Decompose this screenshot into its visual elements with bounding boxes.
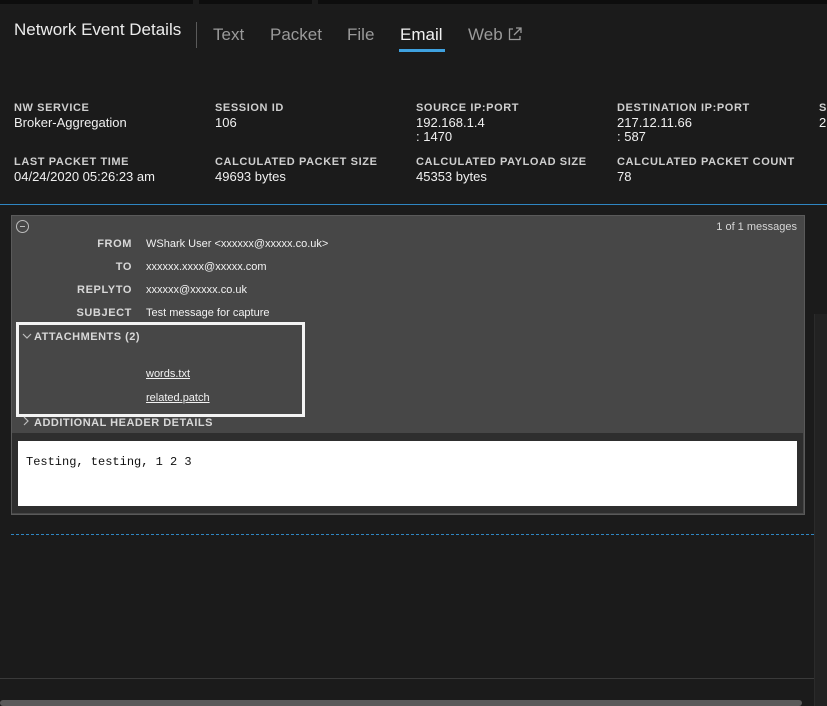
meta-label: DESTINATION IP:PORT	[617, 102, 750, 114]
meta-value-ip: 217.12.11.66	[617, 115, 692, 130]
meta-label: NW SERVICE	[14, 102, 90, 114]
top-edge-segment	[0, 0, 193, 4]
attachments-highlight-box	[16, 322, 305, 417]
meta-value: 04/24/2020 05:26:23 am	[14, 169, 155, 184]
tab-text[interactable]: Text	[213, 25, 244, 45]
meta-label: S	[819, 102, 827, 114]
meta-label: CALCULATED PAYLOAD SIZE	[416, 156, 587, 168]
meta-cut-column: S 2	[819, 102, 827, 130]
header-label-from: FROM	[97, 238, 132, 250]
meta-value: Broker-Aggregation	[14, 115, 127, 130]
tab-packet[interactable]: Packet	[270, 25, 322, 45]
meta-calculated-packet-count: CALCULATED PACKET COUNT 78	[617, 156, 795, 184]
tab-file[interactable]: File	[347, 25, 374, 45]
top-edge-segment	[318, 0, 827, 4]
additional-header-label: ADDITIONAL HEADER DETAILS	[34, 417, 213, 429]
active-tab-indicator	[399, 49, 445, 52]
header-label-to: TO	[115, 261, 132, 273]
meta-calculated-packet-size: CALCULATED PACKET SIZE 49693 bytes	[215, 156, 378, 184]
header-value-to: xxxxxx.xxxx@xxxxx.com	[146, 261, 267, 273]
tab-web[interactable]: Web	[468, 25, 523, 47]
header-value-replyto: xxxxxx@xxxxx.co.uk	[146, 284, 248, 296]
meta-value: 78	[617, 169, 632, 184]
meta-calculated-payload-size: CALCULATED PAYLOAD SIZE 45353 bytes	[416, 156, 587, 184]
meta-value-ip: 192.168.1.4	[416, 115, 485, 130]
top-bar: Network Event Details Text Packet File E…	[0, 0, 827, 92]
meta-session-id: SESSION ID 106	[215, 102, 284, 130]
meta-label: CALCULATED PACKET SIZE	[215, 156, 378, 168]
page-title: Network Event Details	[14, 20, 182, 39]
header-label-subject: SUBJECT	[76, 307, 132, 319]
meta-source-ip-port: SOURCE IP:PORT 192.168.1.4 : 1470	[416, 102, 519, 144]
bottom-divider	[0, 678, 814, 679]
meta-value: 2	[819, 115, 827, 130]
message-count: 1 of 1 messages	[716, 221, 797, 233]
horizontal-scrollbar[interactable]	[0, 700, 802, 706]
meta-nw-service: NW SERVICE Broker-Aggregation	[14, 102, 127, 130]
meta-value: 106	[215, 115, 237, 130]
title-divider	[196, 22, 197, 48]
meta-label: CALCULATED PACKET COUNT	[617, 156, 795, 168]
meta-label: SESSION ID	[215, 102, 284, 114]
header-value-subject: Test message for capture	[146, 307, 270, 319]
meta-value-port: : 1470	[416, 129, 453, 144]
email-body-text: Testing, testing, 1 2 3	[26, 455, 192, 469]
additional-header-toggle[interactable]: ADDITIONAL HEADER DETAILS	[22, 416, 213, 429]
top-edge-segment	[199, 0, 312, 4]
header-value-from: WShark User <xxxxxx@xxxxx.co.uk>	[146, 238, 329, 250]
tab-email[interactable]: Email	[400, 25, 443, 45]
chevron-right-icon	[22, 416, 34, 429]
external-link-icon	[507, 26, 523, 47]
meta-label: LAST PACKET TIME	[14, 156, 130, 168]
tab-web-label: Web	[468, 25, 503, 44]
message-separator	[11, 534, 814, 535]
meta-last-packet-time: LAST PACKET TIME 04/24/2020 05:26:23 am	[14, 156, 155, 184]
meta-label: SOURCE IP:PORT	[416, 102, 520, 114]
meta-value: 45353 bytes	[416, 169, 487, 184]
email-body	[18, 441, 797, 506]
collapse-circle-icon[interactable]	[16, 220, 29, 233]
meta-value: 49693 bytes	[215, 169, 286, 184]
header-label-replyto: REPLYTO	[77, 284, 132, 296]
meta-value-port: : 587	[617, 129, 646, 144]
vertical-scrollbar[interactable]	[814, 314, 827, 706]
meta-destination-ip-port: DESTINATION IP:PORT 217.12.11.66 : 587	[617, 102, 750, 144]
